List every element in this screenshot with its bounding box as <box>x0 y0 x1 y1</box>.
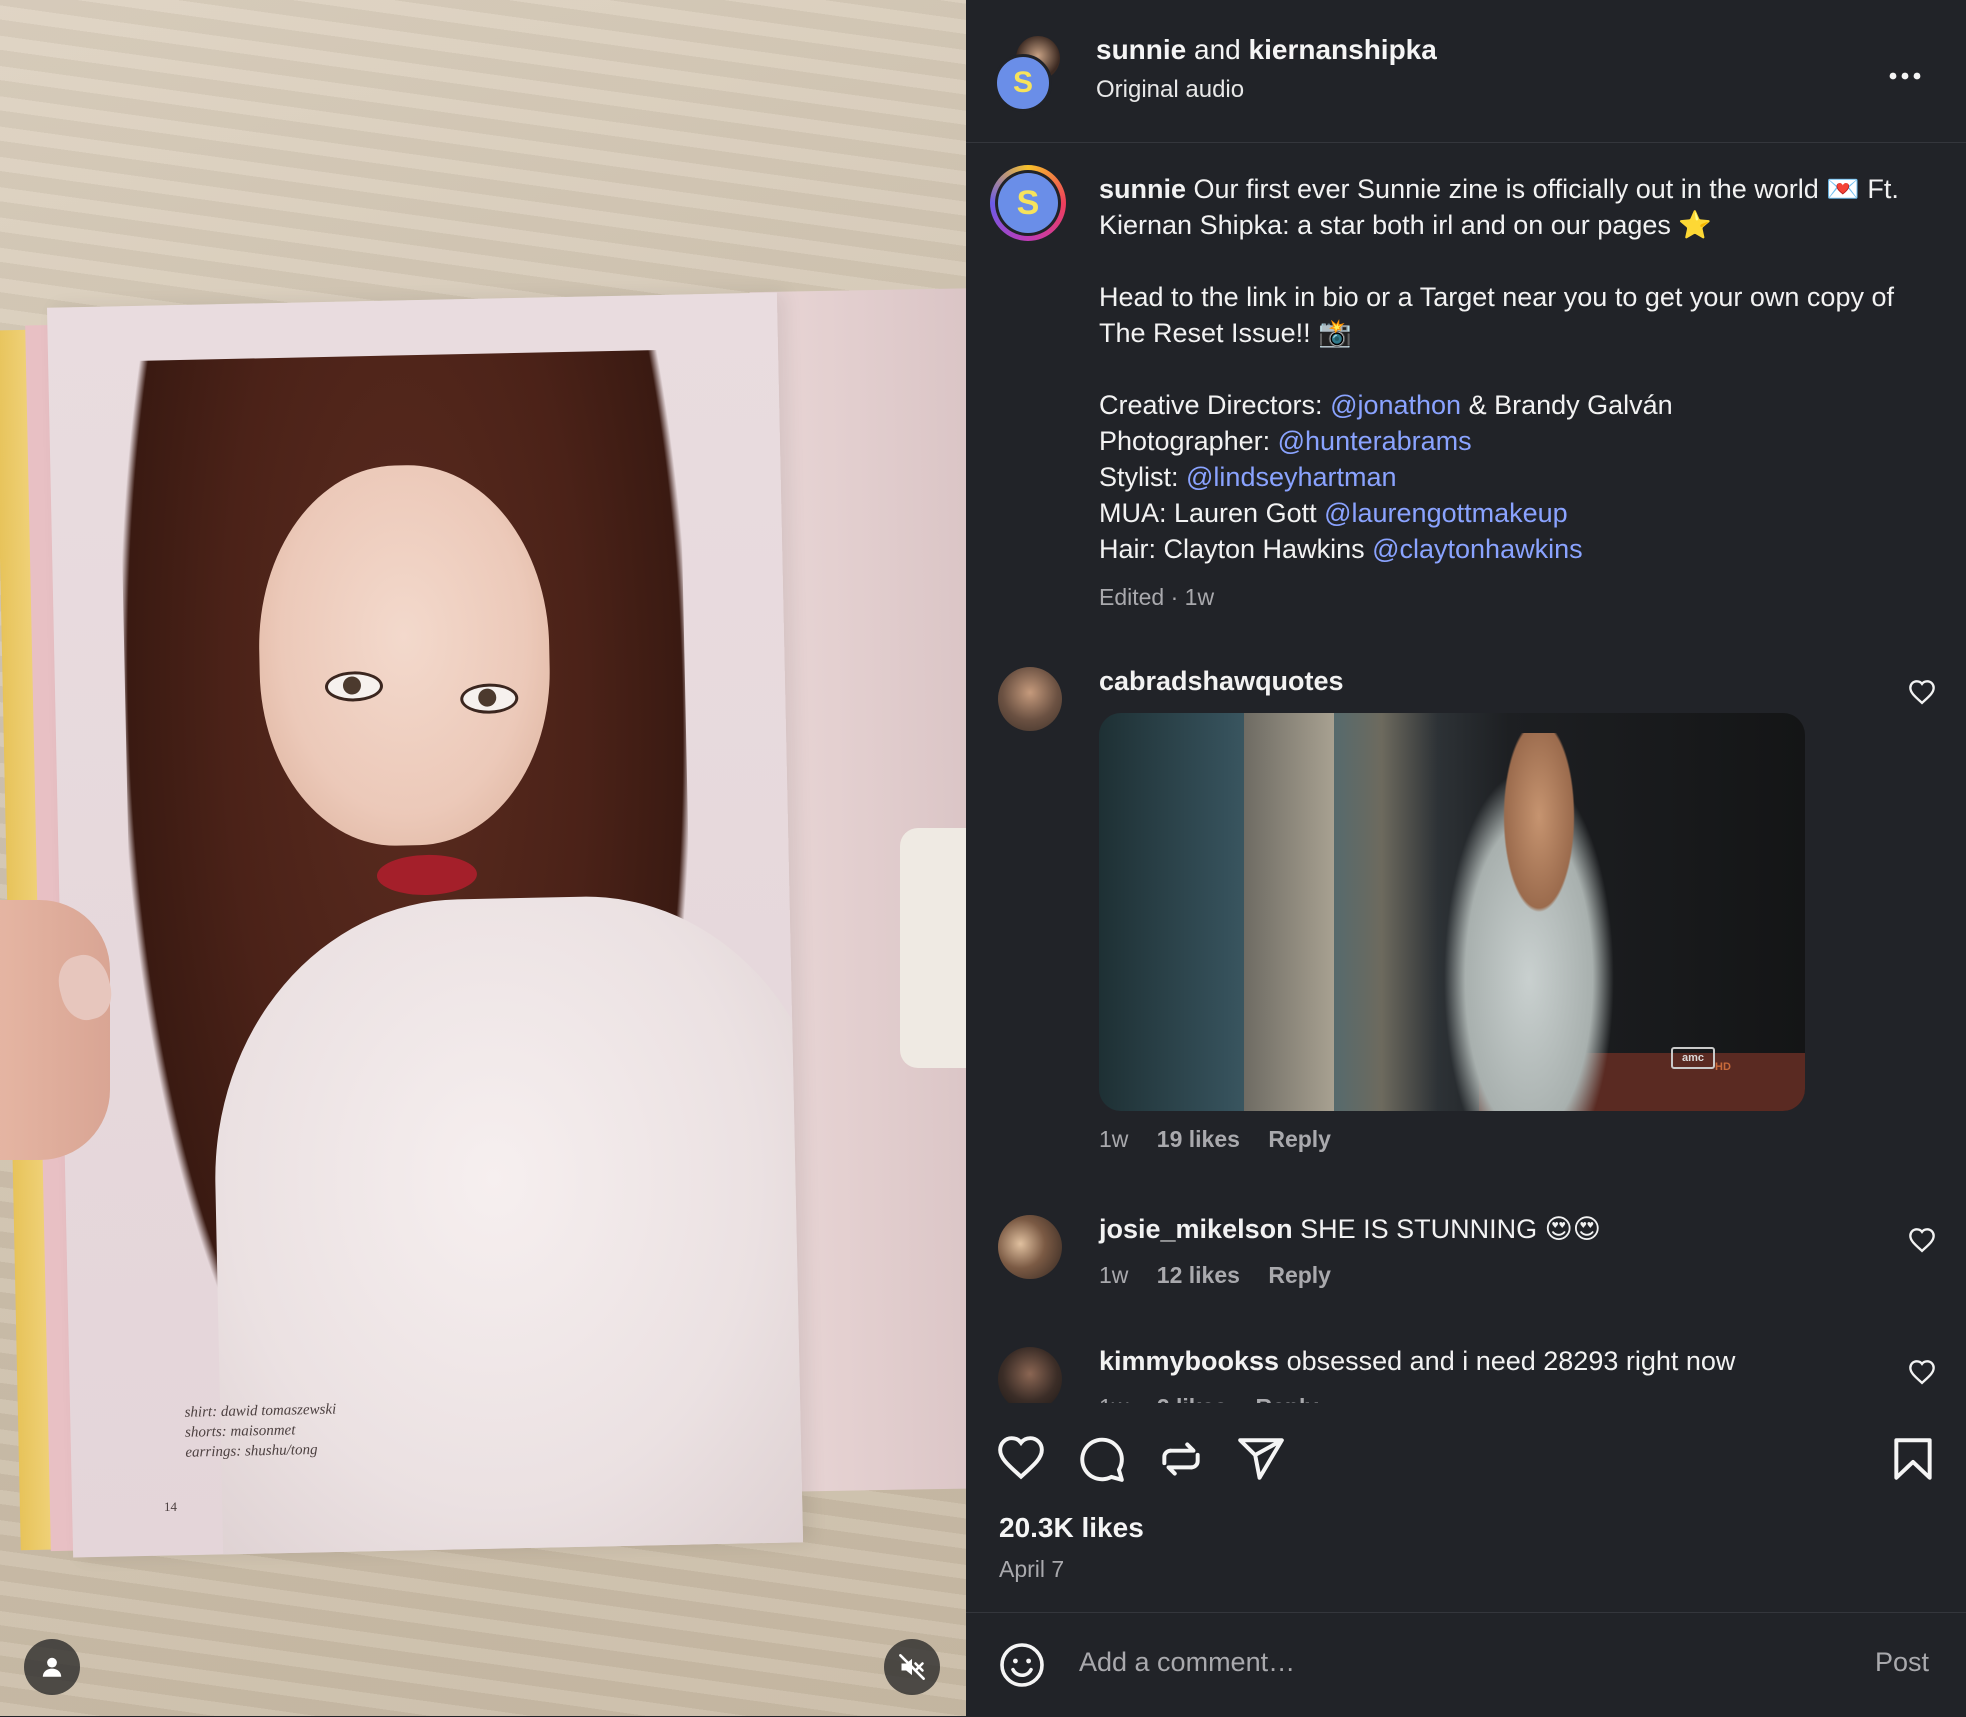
audio-link[interactable]: Original audio <box>1096 76 1244 104</box>
comment-meta: 1w 2 likes Reply <box>1099 1389 1879 1403</box>
comment-text: obsessed and i need 28293 right now <box>1279 1346 1736 1376</box>
comment-body: josie_mikelson SHE IS STUNNING 😍😍 1w 12 … <box>1099 1211 1879 1293</box>
heart-icon[interactable] <box>1908 1227 1936 1255</box>
reply-button[interactable]: Reply <box>1268 1262 1331 1288</box>
comment-time: 1w <box>1099 1262 1129 1288</box>
repost-icon[interactable] <box>1156 1434 1206 1484</box>
comment-text: SHE IS STUNNING 😍😍 <box>1292 1214 1601 1244</box>
reply-button[interactable]: Reply <box>1268 1126 1331 1152</box>
speaker-muted-icon <box>899 1654 925 1680</box>
author-link-sunnie[interactable]: sunnie <box>1096 34 1186 65</box>
comment-body: cabradshawquotes amc HD 1w 19 likes Repl… <box>1099 663 1879 1157</box>
mention-link[interactable]: @laurengottmakeup <box>1324 498 1568 528</box>
comments-scroll-area[interactable]: S sunnie Our first ever Sunnie zine is o… <box>966 143 1966 1403</box>
avatar[interactable] <box>998 1215 1062 1279</box>
paper-scrap <box>900 828 966 1068</box>
avatar[interactable] <box>998 1347 1062 1403</box>
magazine-page <box>46 292 804 1558</box>
credit-label: Creative Directors: <box>1099 390 1331 420</box>
comment-username[interactable]: cabradshawquotes <box>1099 666 1344 696</box>
avatar[interactable] <box>998 667 1062 731</box>
post-caption: sunnie Our first ever Sunnie zine is off… <box>1099 171 1899 567</box>
comment-username[interactable]: josie_mikelson <box>1099 1214 1293 1244</box>
gif-channel-logo-hd: HD <box>1715 1061 1731 1073</box>
author-link-kiernanshipka[interactable]: kiernanshipka <box>1249 34 1437 65</box>
mute-button[interactable] <box>884 1639 940 1695</box>
collab-avatars[interactable]: S <box>994 36 1066 112</box>
tagged-users-button[interactable] <box>24 1639 80 1695</box>
caption-text: Head to the link in bio or a Target near… <box>1099 282 1894 348</box>
mention-link[interactable]: @hunterabrams <box>1278 426 1472 456</box>
more-horizontal-icon <box>1889 72 1921 80</box>
post-comment-button[interactable]: Post <box>1875 1647 1929 1678</box>
comment-meta: 1w 12 likes Reply <box>1099 1257 1879 1293</box>
mention-link[interactable]: @claytonhawkins <box>1372 534 1583 564</box>
user-icon <box>42 1657 62 1677</box>
credit-label: Stylist: <box>1099 462 1187 492</box>
caption-username[interactable]: sunnie <box>1099 174 1186 204</box>
heart-icon[interactable] <box>1908 1359 1936 1387</box>
magazine-page-number: 14 <box>164 1499 177 1514</box>
comment-input[interactable]: Add a comment… <box>1079 1647 1295 1678</box>
post-detail-panel: S sunnie and kiernanshipka Original audi… <box>966 0 1966 1716</box>
portrait-face <box>255 462 554 849</box>
credit-label: MUA: Lauren Gott <box>1099 498 1325 528</box>
share-icon[interactable] <box>1236 1434 1286 1484</box>
heart-icon[interactable] <box>1908 679 1936 707</box>
caption-avatar-sunnie[interactable]: S <box>990 165 1066 241</box>
caption-timestamp: Edited · 1w <box>1099 584 1215 610</box>
gif-person <box>1429 733 1629 1111</box>
mention-link[interactable]: @lindseyhartman <box>1186 462 1397 492</box>
author-connector: and <box>1194 34 1241 65</box>
magazine-credits: shirt: dawid tomaszewski shorts: maisonm… <box>184 1397 445 1462</box>
post-actions: 20.3K likes April 7 <box>966 1404 1966 1604</box>
credit-label: Photographer: <box>1099 426 1278 456</box>
comment-icon[interactable] <box>1076 1434 1126 1484</box>
credit-suffix: & Brandy Galván <box>1461 390 1673 420</box>
comment-gif[interactable]: amc HD <box>1099 713 1805 1111</box>
avatar-sunnie: S <box>998 173 1058 233</box>
mention-link[interactable]: @jonathon <box>1330 390 1461 420</box>
more-options-button[interactable] <box>1888 62 1922 81</box>
comment-username[interactable]: kimmybookss <box>1099 1346 1279 1376</box>
heart-icon[interactable] <box>996 1434 1046 1484</box>
emoji-icon[interactable] <box>998 1641 1046 1689</box>
post-date: April 7 <box>999 1556 1065 1582</box>
gif-channel-logo: amc <box>1671 1047 1715 1069</box>
hand <box>0 900 110 1160</box>
avatar-sunnie[interactable]: S <box>994 54 1052 112</box>
comment-likes[interactable]: 19 likes <box>1157 1126 1240 1152</box>
bookmark-icon[interactable] <box>1888 1434 1938 1484</box>
likes-count[interactable]: 20.3K likes <box>999 1512 1144 1544</box>
gif-door <box>1244 713 1334 1111</box>
post-header: S sunnie and kiernanshipka Original audi… <box>966 0 1966 143</box>
post-media[interactable]: shirt: dawid tomaszewski shorts: maisonm… <box>0 0 966 1716</box>
comment-time: 1w <box>1099 1394 1128 1403</box>
add-comment-bar: Add a comment… Post <box>966 1612 1966 1717</box>
credit-label: Hair: Clayton Hawkins <box>1099 534 1373 564</box>
comment-likes[interactable]: 12 likes <box>1157 1262 1240 1288</box>
post-authors: sunnie and kiernanshipka <box>1096 34 1437 66</box>
comment-time: 1w <box>1099 1126 1129 1152</box>
comment-body: kimmybookss obsessed and i need 28293 ri… <box>1099 1343 1879 1403</box>
comment-likes[interactable]: 2 likes <box>1157 1394 1227 1403</box>
caption-text: Our first ever Sunnie zine is officially… <box>1099 174 1899 240</box>
reply-button[interactable]: Reply <box>1256 1394 1319 1403</box>
comment-meta: 1w 19 likes Reply <box>1099 1121 1879 1157</box>
